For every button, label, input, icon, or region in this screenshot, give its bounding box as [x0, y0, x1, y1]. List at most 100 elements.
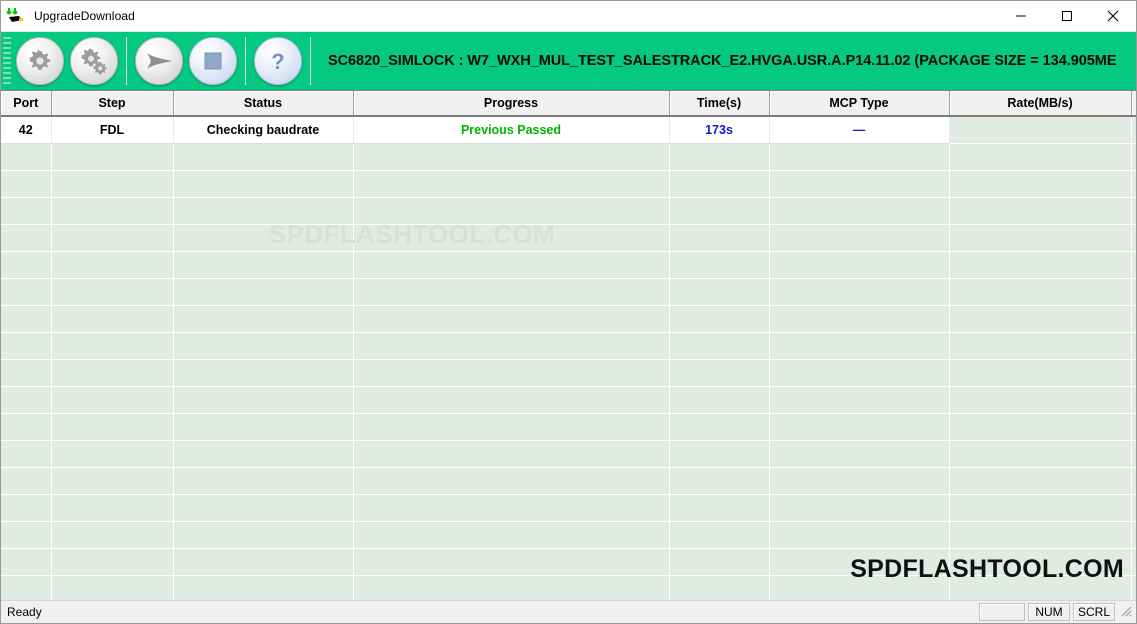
main-toolbar: ? SC6820_SIMLOCK : W7_WXH_MUL_TEST_SALES…	[1, 32, 1136, 90]
start-download-button[interactable]	[133, 35, 185, 87]
cell-empty	[173, 386, 354, 414]
table-body: 42 FDL Checking baudrate Previous Passed 173…	[1, 116, 1136, 600]
toolbar-drag-grip[interactable]	[3, 37, 11, 85]
settings-button[interactable]	[14, 35, 66, 87]
table-row-empty[interactable]	[1, 251, 1136, 279]
column-header-time[interactable]: Time(s)	[669, 91, 770, 117]
table-row-empty[interactable]	[1, 413, 1136, 441]
cell-empty	[769, 386, 950, 414]
table-row-empty[interactable]	[1, 467, 1136, 495]
window-title: UpgradeDownload	[34, 9, 135, 23]
table-row-empty[interactable]	[1, 278, 1136, 306]
column-header-status[interactable]: Status	[173, 91, 354, 117]
cell-empty	[1131, 224, 1136, 252]
table-row-empty[interactable]	[1, 143, 1136, 171]
cell-empty	[173, 494, 354, 522]
stop-square-icon	[189, 37, 237, 85]
cell-empty	[949, 224, 1132, 252]
cell-empty	[51, 413, 174, 441]
cell-empty	[51, 494, 174, 522]
column-header-step[interactable]: Step	[51, 91, 174, 117]
cell-empty	[769, 521, 950, 549]
cell-empty	[353, 170, 670, 198]
cell-empty	[1, 197, 52, 225]
cell-empty	[949, 548, 1132, 576]
cell-empty	[1131, 575, 1136, 600]
cell-empty	[51, 224, 174, 252]
cell-filler	[1131, 116, 1136, 144]
cell-empty	[669, 467, 770, 495]
cell-empty	[51, 521, 174, 549]
cell-empty	[669, 494, 770, 522]
cell-step: FDL	[51, 116, 174, 144]
resize-grip[interactable]	[1118, 603, 1134, 621]
cell-empty	[769, 251, 950, 279]
maximize-button[interactable]	[1044, 1, 1090, 31]
column-header-port[interactable]: Port	[1, 91, 52, 117]
table-row-empty[interactable]	[1, 575, 1136, 600]
cell-empty	[949, 197, 1132, 225]
close-button[interactable]	[1090, 1, 1136, 31]
cell-empty	[173, 305, 354, 333]
cell-status: Checking baudrate	[173, 116, 354, 144]
cell-empty	[949, 251, 1132, 279]
status-indicator-scrl: SCRL	[1073, 603, 1115, 621]
cell-empty	[353, 251, 670, 279]
package-info-title: SC6820_SIMLOCK : W7_WXH_MUL_TEST_SALESTR…	[328, 53, 1117, 69]
table-row-empty[interactable]	[1, 440, 1136, 468]
cell-empty	[949, 170, 1132, 198]
cell-empty	[1, 440, 52, 468]
cell-empty	[1, 332, 52, 360]
table-row-empty[interactable]	[1, 386, 1136, 414]
minimize-button[interactable]	[998, 1, 1044, 31]
table-row-empty[interactable]	[1, 197, 1136, 225]
cell-empty	[1, 251, 52, 279]
download-chip-icon	[6, 6, 28, 26]
cell-empty	[1131, 386, 1136, 414]
header-row: Port Step Status Progress Time(s) MCP Ty…	[1, 91, 1136, 117]
toolbar-separator	[310, 37, 311, 85]
cell-empty	[173, 251, 354, 279]
cell-empty	[51, 197, 174, 225]
cell-empty	[669, 332, 770, 360]
cell-empty	[949, 467, 1132, 495]
table-row-empty[interactable]	[1, 170, 1136, 198]
cell-progress: Previous Passed	[353, 116, 670, 144]
column-header-rate[interactable]: Rate(MB/s)	[949, 91, 1132, 117]
table-row-empty[interactable]	[1, 332, 1136, 360]
column-header-progress[interactable]: Progress	[353, 91, 670, 117]
cell-empty	[1, 224, 52, 252]
cell-empty	[769, 305, 950, 333]
column-header-mcp-type[interactable]: MCP Type	[769, 91, 950, 117]
column-header-filler	[1131, 91, 1136, 117]
table-row[interactable]: 42 FDL Checking baudrate Previous Passed 173…	[1, 116, 1136, 144]
cell-empty	[353, 548, 670, 576]
cell-empty	[173, 467, 354, 495]
cell-empty	[353, 413, 670, 441]
cell-empty	[173, 521, 354, 549]
play-arrow-icon	[135, 37, 183, 85]
cell-empty	[1131, 467, 1136, 495]
cell-empty	[51, 548, 174, 576]
cell-empty	[949, 521, 1132, 549]
cell-empty	[51, 386, 174, 414]
cell-empty	[173, 332, 354, 360]
help-button[interactable]: ?	[252, 35, 304, 87]
table-row-empty[interactable]	[1, 359, 1136, 387]
cell-empty	[51, 305, 174, 333]
cell-empty	[669, 359, 770, 387]
cell-empty	[1, 467, 52, 495]
cell-empty	[1131, 413, 1136, 441]
cell-empty	[949, 332, 1132, 360]
cell-empty	[51, 143, 174, 171]
advanced-settings-button[interactable]	[68, 35, 120, 87]
titlebar: UpgradeDownload	[1, 1, 1136, 32]
stop-download-button[interactable]	[187, 35, 239, 87]
table-row-empty[interactable]	[1, 521, 1136, 549]
table-row-empty[interactable]	[1, 494, 1136, 522]
cell-empty	[1, 575, 52, 600]
table-row-empty[interactable]	[1, 305, 1136, 333]
table-row-empty[interactable]	[1, 224, 1136, 252]
table-row-empty[interactable]	[1, 548, 1136, 576]
port-grid: Port Step Status Progress Time(s) MCP Ty…	[1, 90, 1136, 600]
